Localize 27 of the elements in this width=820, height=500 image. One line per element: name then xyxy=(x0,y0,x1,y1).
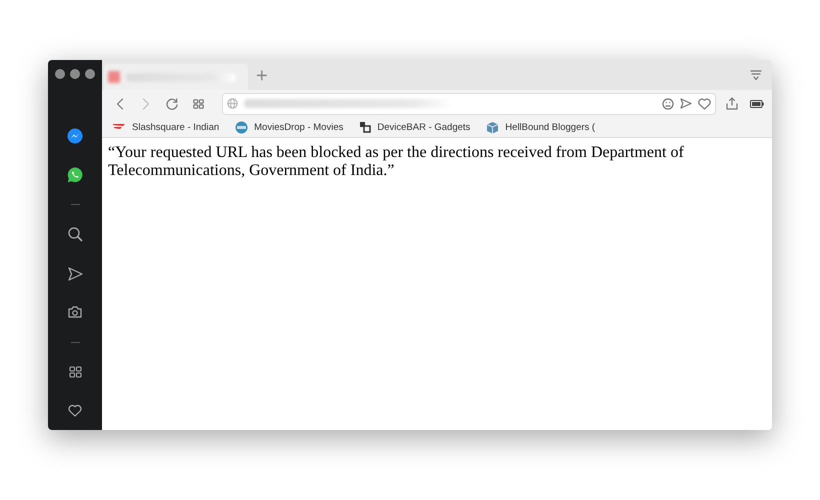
share-icon[interactable] xyxy=(726,97,738,110)
search-icon[interactable] xyxy=(68,227,82,242)
send-icon[interactable] xyxy=(680,98,692,109)
bookmark[interactable]: HellBound Bloggers ( xyxy=(486,120,596,134)
grid-icon[interactable] xyxy=(192,98,204,108)
smiley-icon[interactable] xyxy=(662,98,674,110)
menu-icon[interactable] xyxy=(750,70,762,81)
chat-icon[interactable] xyxy=(67,128,83,144)
blocked-message: “Your requested URL has been blocked as per the directions received from Department of Telecommunications, Government of India.” xyxy=(107,143,685,181)
badge-icon xyxy=(235,120,248,134)
bookmark[interactable]: Slashsquare - Indian xyxy=(112,122,220,132)
blocks-icon xyxy=(359,121,372,133)
grid-icon[interactable] xyxy=(68,366,82,378)
bookmark[interactable]: DeviceBAR - Gadgets xyxy=(359,121,470,133)
battery-icon xyxy=(750,100,764,108)
heart-icon[interactable] xyxy=(698,98,711,110)
camera-icon[interactable] xyxy=(68,306,82,318)
back-icon[interactable] xyxy=(116,98,124,110)
stripes-icon xyxy=(112,123,126,131)
phone-chat-icon[interactable] xyxy=(67,167,83,184)
bookmark[interactable]: MoviesDrop - Movies xyxy=(235,120,344,134)
heart-icon[interactable] xyxy=(68,404,82,418)
globe-icon xyxy=(227,98,238,109)
send-icon[interactable] xyxy=(68,266,82,281)
address-field[interactable] xyxy=(222,92,716,114)
reload-icon[interactable] xyxy=(166,98,178,110)
cube-icon xyxy=(486,120,500,134)
